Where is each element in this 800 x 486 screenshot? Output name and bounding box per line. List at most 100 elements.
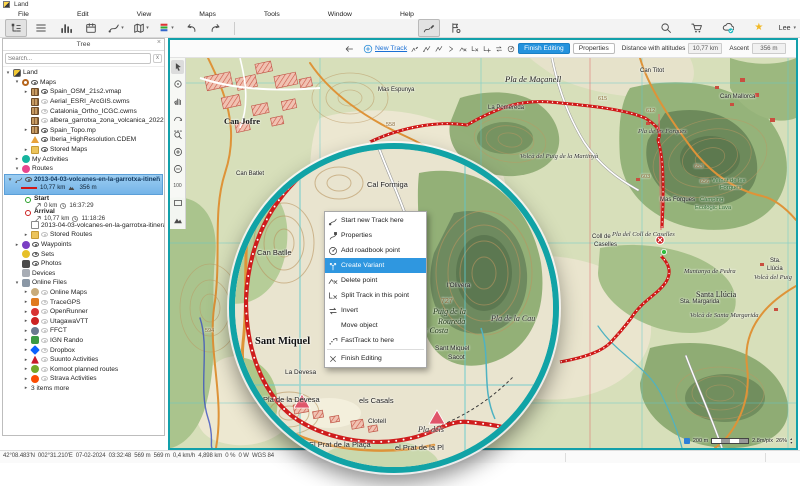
tree-item-my-activities[interactable]: ▸My Activities <box>3 154 164 164</box>
expand-arrow[interactable]: ▸ <box>23 299 29 305</box>
expand-arrow[interactable]: ▸ <box>23 376 29 382</box>
tree-item-devices[interactable]: Devices <box>3 269 164 279</box>
tree-item-stored-maps[interactable]: ▸Stored Maps <box>3 145 164 155</box>
finish-editing-button[interactable]: Finish Editing <box>518 43 570 54</box>
tree-item-arrival[interactable]: Arrival10,77 km11:18:26 <box>3 208 164 221</box>
search-button[interactable] <box>655 19 677 37</box>
tree-item-routes[interactable]: ▾Routes <box>3 164 164 174</box>
visibility-toggle[interactable] <box>41 147 48 152</box>
expand-arrow[interactable]: ▾ <box>5 70 11 76</box>
tree-item-tracegps[interactable]: ▸TraceGPS <box>3 297 164 307</box>
visibility-toggle[interactable] <box>41 290 48 295</box>
tree-item-dropbox[interactable]: ▸Dropbox <box>3 345 164 355</box>
store-button[interactable] <box>686 19 708 37</box>
split-track-button[interactable] <box>470 43 479 55</box>
visibility-toggle[interactable] <box>41 309 48 314</box>
multi-track-edit-button[interactable] <box>422 43 431 55</box>
menu-help[interactable]: Help <box>400 11 414 18</box>
new-track-button[interactable]: New Track <box>363 44 407 54</box>
tree-item-suunto-activities[interactable]: ▸Suunto Activities <box>3 355 164 365</box>
tree-item-utagawavtt[interactable]: ▸UtagawaVTT <box>3 316 164 326</box>
edit-track-mode-button[interactable] <box>418 19 440 37</box>
tree-item-sets[interactable]: Sets <box>3 249 164 259</box>
redo-button[interactable] <box>205 19 227 37</box>
user-menu[interactable]: Lee▾ <box>779 25 796 32</box>
menu-maps[interactable]: Maps <box>199 11 216 18</box>
menu-tools[interactable]: Tools <box>264 11 280 18</box>
tree-item-ign-rando[interactable]: ▸IGN Rando <box>3 336 164 346</box>
map-tools-button[interactable]: ▾ <box>130 19 152 37</box>
search-input[interactable] <box>5 53 151 64</box>
clear-search-button[interactable]: x <box>153 54 162 63</box>
expand-arrow[interactable]: ▸ <box>14 156 20 162</box>
expand-arrow[interactable]: ▾ <box>14 79 20 85</box>
expand-arrow[interactable]: ▸ <box>23 357 29 363</box>
tree-item-strava-activities[interactable]: ▸Strava Activities <box>3 374 164 384</box>
tree-item-waypoints[interactable]: ▸Waypoints <box>3 240 164 250</box>
delete-point-button[interactable] <box>458 43 467 55</box>
tree-item-land[interactable]: ▾Land <box>3 68 164 78</box>
visibility-toggle[interactable] <box>32 242 39 247</box>
expand-arrow[interactable]: ▸ <box>23 289 29 295</box>
expand-arrow[interactable]: ▸ <box>23 385 29 391</box>
menu-window[interactable]: Window <box>328 11 352 18</box>
visibility-toggle[interactable] <box>41 89 48 94</box>
tree-item-maps[interactable]: ▾Maps <box>3 78 164 88</box>
minimize-button[interactable] <box>680 0 694 9</box>
favorites-button[interactable]: ★ <box>748 19 770 37</box>
tree-item-spain-topo-mp[interactable]: ▸Spain_Topo.mp <box>3 126 164 136</box>
deselect-track-button[interactable]: × <box>156 175 160 182</box>
visibility-toggle[interactable] <box>32 252 39 257</box>
context-menu-item-split-track[interactable]: Split Track in this point <box>325 288 426 303</box>
invert-track-button[interactable] <box>494 43 503 55</box>
menu-view[interactable]: View <box>137 11 152 18</box>
continue-track-button[interactable] <box>446 43 455 55</box>
calendar-view-button[interactable] <box>80 19 102 37</box>
tree-item-3-items-more[interactable]: ▸3 items more <box>3 384 164 394</box>
zoom-100-button[interactable]: 100 <box>171 179 184 193</box>
visibility-toggle[interactable] <box>41 118 48 123</box>
visibility-toggle[interactable] <box>41 137 48 142</box>
visibility-toggle[interactable] <box>41 128 48 133</box>
visibility-toggle[interactable] <box>41 376 48 381</box>
close-button[interactable] <box>760 0 774 9</box>
visibility-toggle[interactable] <box>41 319 48 324</box>
pointer-tool-button[interactable] <box>171 60 184 74</box>
expand-arrow[interactable]: ▾ <box>14 166 20 172</box>
properties-button[interactable]: Properties <box>573 43 615 54</box>
expand-arrow[interactable]: ▸ <box>23 89 29 95</box>
visibility-toggle[interactable] <box>41 99 48 104</box>
tree-item-2013-04-03-volcanes-en-la-garrotxa-itine[interactable]: 2013-04-03-volcanes-en-la-garrotxa-itine… <box>3 221 164 231</box>
device-transfer-button[interactable] <box>444 19 466 37</box>
menu-file[interactable]: File <box>18 11 29 18</box>
tree-item-online-files[interactable]: ▾Online Files <box>3 278 164 288</box>
context-menu-item-add-roadbook-point[interactable]: Add roadbook point <box>325 243 426 258</box>
roadbook-point-button[interactable] <box>506 43 515 55</box>
cloud-sync-button[interactable] <box>717 19 739 37</box>
context-menu-item-delete-point[interactable]: Delete point <box>325 273 426 288</box>
context-menu-item-invert[interactable]: Invert <box>325 303 426 318</box>
visibility-toggle[interactable] <box>31 80 38 85</box>
undo-button[interactable] <box>180 19 202 37</box>
zoom-stepper[interactable]: ▴▾ <box>790 437 792 445</box>
expand-arrow[interactable]: ▸ <box>23 232 29 238</box>
tree-view-button[interactable] <box>5 19 27 37</box>
add-point-button[interactable] <box>482 43 491 55</box>
tree-item-openrunner[interactable]: ▸OpenRunner <box>3 307 164 317</box>
zoom-out-button[interactable] <box>171 162 184 176</box>
tree-item-spain-osm-21s2-vmap[interactable]: ▸Spain_OSM_21s2.vmap <box>3 87 164 97</box>
expand-arrow[interactable]: ▾ <box>14 280 20 286</box>
visibility-toggle[interactable] <box>41 338 48 343</box>
visibility-toggle[interactable] <box>41 348 48 353</box>
expand-arrow[interactable]: ▸ <box>23 337 29 343</box>
expand-arrow[interactable]: ▸ <box>23 309 29 315</box>
visibility-toggle[interactable] <box>32 261 39 266</box>
context-menu-item-move-object[interactable]: Move object <box>325 318 426 333</box>
context-menu-item-start-new-track[interactable]: Start new Track here <box>325 213 426 228</box>
visibility-toggle[interactable] <box>41 357 48 362</box>
visibility-toggle[interactable] <box>41 109 48 114</box>
zoom-select-tool-button[interactable] <box>171 128 184 142</box>
visibility-toggle[interactable] <box>25 177 32 182</box>
expand-arrow[interactable]: ▸ <box>14 242 20 248</box>
expand-arrow[interactable]: ▸ <box>23 366 29 372</box>
